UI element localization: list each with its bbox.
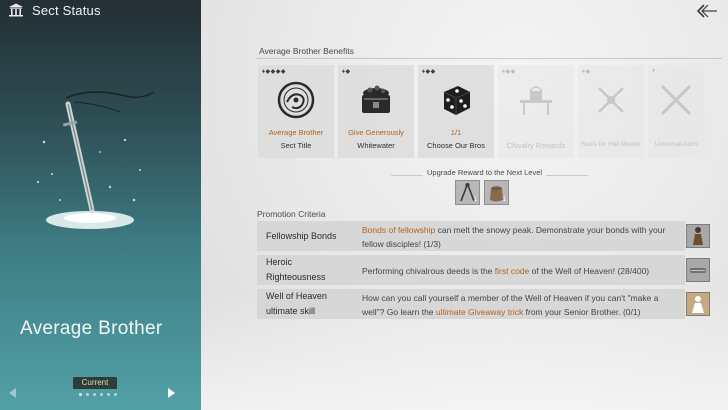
reward-item-compass[interactable]: 1 — [455, 180, 480, 205]
benefit-value: Whitewater — [357, 141, 395, 150]
divider — [391, 175, 423, 176]
benefit-value: Sect Title — [280, 141, 312, 150]
page-title: Sect Status — [32, 2, 101, 18]
benefit-value: Stalls for Hall Master — [581, 141, 641, 148]
criteria-text: of the Well of Heaven! (28/400) — [529, 266, 650, 276]
warrior-figure-icon[interactable] — [686, 224, 710, 248]
crossed-blades-icon — [660, 84, 692, 116]
gift-table-icon — [520, 86, 552, 115]
benefit-name: Average Brother — [268, 128, 324, 137]
back-arrow-icon[interactable] — [696, 3, 718, 19]
crossed-daggers-icon — [598, 87, 624, 113]
details-panel: Average Brother Benefits ♦◆◆◆◆ Average B… — [201, 0, 728, 410]
treasure-chest-icon — [362, 85, 390, 113]
criteria-text: Performing chivalrous deeds is the — [362, 266, 495, 276]
benefit-card-stalls-for-hall-master[interactable]: ♦◆ Stalls for Hall Master — [578, 65, 644, 158]
criteria-description: Bonds of fellowship can melt the snowy p… — [362, 223, 682, 251]
benefit-name: 1/1 — [450, 128, 462, 137]
criteria-section-title: Promotion Criteria — [257, 209, 326, 219]
benefit-card-chivalry-rewards[interactable]: ♦◆◆ Chivalry Rewards — [498, 65, 574, 158]
next-rank-arrow-icon[interactable] — [168, 388, 175, 398]
criteria-description: Performing chivalrous deeds is the first… — [362, 264, 682, 278]
rank-panel: Sect Status Average Brother Current — [0, 0, 201, 410]
criteria-description: How can you call yourself a member of th… — [362, 291, 682, 319]
rank-pips: ♦◆◆ — [422, 69, 436, 75]
upgrade-reward-label: Upgrade Reward to the Next Level — [427, 168, 543, 177]
criteria-name: Well of Heaven ultimate skill — [266, 291, 327, 316]
rank-page-indicator — [79, 393, 117, 396]
rank-pips: ♦◆ — [582, 69, 591, 75]
reward-item-pouch[interactable]: 1 — [484, 180, 509, 205]
rank-pips: ♦◆◆◆◆ — [262, 69, 287, 75]
page-dot — [107, 393, 110, 396]
benefits-section-title: Average Brother Benefits — [259, 46, 354, 56]
criteria-name: Heroic Righteousness — [266, 257, 326, 282]
sword-in-snow-illustration — [36, 91, 155, 229]
dice-icon — [443, 86, 471, 115]
page-dot — [86, 393, 89, 396]
criteria-text: from your Senior Brother. (0/1) — [523, 307, 641, 317]
reward-count: 1 — [502, 197, 506, 203]
criteria-highlight: ultimate Giveaway trick — [435, 307, 524, 317]
benefit-card-universal-admiration[interactable]: ♦ Universal Admi — [648, 65, 705, 158]
sect-hall-icon — [9, 3, 23, 17]
criteria-row-heroic-righteousness[interactable]: Heroic Righteousness Performing chivalro… — [257, 255, 685, 285]
benefit-value: Universal Admi — [654, 141, 699, 148]
rank-pips: ♦ — [652, 68, 656, 74]
header-bar: Sect Status — [0, 0, 201, 20]
page-dot — [79, 393, 82, 396]
rank-pips: ♦◆◆ — [502, 69, 516, 75]
page-dot — [100, 393, 103, 396]
benefit-value: Chivalry Rewards — [506, 141, 566, 150]
current-rank-name: Average Brother — [20, 318, 163, 339]
monk-figure-icon[interactable] — [686, 292, 710, 316]
reward-count: 1 — [473, 197, 477, 203]
criteria-row-fellowship-bonds[interactable]: Fellowship Bonds Bonds of fellowship can… — [257, 221, 685, 251]
criteria-highlight: first code — [494, 266, 530, 276]
previous-rank-arrow-icon[interactable] — [9, 388, 16, 398]
criteria-name: Fellowship Bonds — [266, 231, 337, 241]
divider — [257, 58, 722, 59]
current-rank-badge: Current — [73, 377, 117, 389]
benefit-name: Give Generously — [348, 128, 404, 137]
page-dot — [114, 393, 117, 396]
rank-pips: ♦◆ — [342, 69, 351, 75]
benefit-cards: ♦◆◆◆◆ Average Brother Sect Title ♦◆ Give… — [258, 65, 705, 158]
upgrade-reward-items: 1 1 — [455, 180, 509, 205]
criteria-highlight: Bonds of fellowship — [362, 225, 436, 235]
page-dot — [93, 393, 96, 396]
divider — [546, 175, 588, 176]
scroll-item-icon[interactable] — [686, 258, 710, 282]
benefit-card-sect-title[interactable]: ♦◆◆◆◆ Average Brother Sect Title — [258, 65, 334, 158]
round-sect-emblem-icon — [277, 81, 315, 119]
benefit-card-choose-our-bros[interactable]: ♦◆◆ 1/1 Choose Our Bros — [418, 65, 494, 158]
criteria-row-ultimate-skill[interactable]: Well of Heaven ultimate skill How can yo… — [257, 289, 685, 319]
benefit-value: Choose Our Bros — [427, 141, 485, 150]
benefit-card-give-generously[interactable]: ♦◆ Give Generously Whitewater — [338, 65, 414, 158]
